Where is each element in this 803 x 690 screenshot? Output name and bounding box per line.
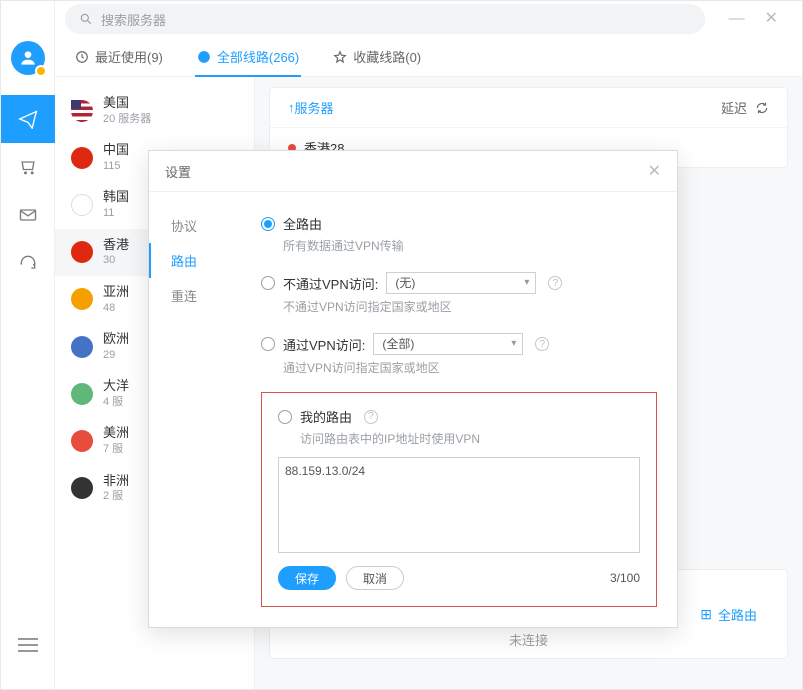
side-protocol[interactable]: 协议 [171,208,257,243]
search-icon [79,12,93,26]
country-name: 韩国 [103,189,129,206]
country-name: 中国 [103,142,129,159]
col-server[interactable]: 服务器 [295,98,334,117]
country-sub: 48 [103,301,129,315]
opt-full-label: 全路由 [283,214,322,233]
flag-icon [71,194,93,216]
country-sub: 30 [103,253,129,267]
status-state: 未连接 [507,630,551,649]
country-sub: 2 服 [103,489,129,503]
topbar: 搜索服务器 — ✕ [55,1,802,37]
my-route-box: 我的路由 ? 访问路由表中的IP地址时使用VPN 保存 取消 3/100 [261,392,657,607]
avatar-badge [35,65,47,77]
bypass-select[interactable]: (无) [386,272,536,294]
radio-icon [278,410,292,424]
opt-full-desc: 所有数据通过VPN传输 [261,237,657,264]
flag-icon [71,288,93,310]
ip-textarea[interactable] [278,457,640,553]
search-placeholder: 搜索服务器 [101,10,166,29]
cancel-button[interactable]: 取消 [346,566,404,590]
close-button[interactable]: ✕ [765,11,778,27]
flag-icon [71,100,93,122]
star-icon [333,50,347,64]
tab-fav[interactable]: 收藏线路(0) [331,47,423,66]
opt-full-route[interactable]: 全路由 [261,206,657,237]
help-icon[interactable]: ? [364,410,378,424]
opt-my-label: 我的路由 [300,407,352,426]
help-icon[interactable]: ? [548,276,562,290]
tab-all[interactable]: 全部线路(266) [195,47,301,66]
clock-icon [75,50,89,64]
sidebar [1,1,55,689]
opt-my-desc: 访问路由表中的IP地址时使用VPN [278,430,640,457]
country-name: 亚洲 [103,284,129,301]
opt-bypass-desc: 不通过VPN访问指定国家或地区 [261,298,657,325]
modal-title: 设置 [165,162,191,181]
nav-mail-icon[interactable] [1,191,55,239]
tab-fav-label: 收藏线路(0) [353,47,421,66]
opt-via-desc: 通过VPN访问指定国家或地区 [261,359,657,386]
opt-my-route[interactable]: 我的路由 ? [278,407,640,430]
modal-close-button[interactable]: ✕ [648,161,661,181]
country-name: 美洲 [103,425,129,442]
radio-icon [261,276,275,290]
country-item[interactable]: 美国20 服务器 [55,87,254,134]
help-icon[interactable]: ? [535,337,549,351]
country-name: 非洲 [103,473,129,490]
side-reconnect[interactable]: 重连 [171,278,257,313]
flag-icon [71,241,93,263]
country-name: 美国 [103,95,151,112]
save-button[interactable]: 保存 [278,566,336,590]
tab-recent-label: 最近使用(9) [95,47,163,66]
opt-via[interactable]: 通过VPN访问: (全部) ? [261,325,657,359]
globe-icon [197,50,211,64]
tab-recent[interactable]: 最近使用(9) [73,47,165,66]
flag-icon [71,430,93,452]
country-name: 香港 [103,237,129,254]
radio-icon [261,337,275,351]
tabs: 最近使用(9) 全部线路(266) 收藏线路(0) [55,37,802,77]
minimize-button[interactable]: — [729,11,745,27]
nav-headset-icon[interactable] [1,239,55,287]
avatar[interactable] [11,41,45,75]
opt-bypass-label: 不通过VPN访问: [283,274,378,293]
country-name: 大洋 [103,378,129,395]
radio-icon [261,217,275,231]
flag-icon [71,147,93,169]
flag-icon [71,477,93,499]
country-name: 欧洲 [103,331,129,348]
country-sub: 20 服务器 [103,112,151,126]
opt-bypass[interactable]: 不通过VPN访问: (无) ? [261,264,657,298]
country-sub: 29 [103,348,129,362]
tab-all-label: 全部线路(266) [217,47,299,66]
nav-send-icon[interactable] [1,95,55,143]
refresh-icon[interactable] [755,101,769,115]
country-sub: 7 服 [103,442,129,456]
via-select[interactable]: (全部) [373,333,523,355]
settings-modal: 设置 ✕ 协议 路由 重连 全路由 所有数据通过VPN传输 不通过VPN访问: … [148,150,678,628]
side-route[interactable]: 路由 [149,243,257,278]
flag-icon [71,336,93,358]
status-route[interactable]: ⊞ 全路由 [700,605,757,624]
search-input[interactable]: 搜索服务器 [65,4,705,34]
opt-via-label: 通过VPN访问: [283,335,365,354]
country-sub: 4 服 [103,395,129,409]
col-latency[interactable]: 延迟 [721,98,747,117]
ip-counter: 3/100 [610,571,640,585]
nav-cart-icon[interactable] [1,143,55,191]
country-sub: 115 [103,159,129,173]
country-sub: 11 [103,206,129,220]
flag-icon [71,383,93,405]
menu-icon[interactable] [1,621,55,669]
